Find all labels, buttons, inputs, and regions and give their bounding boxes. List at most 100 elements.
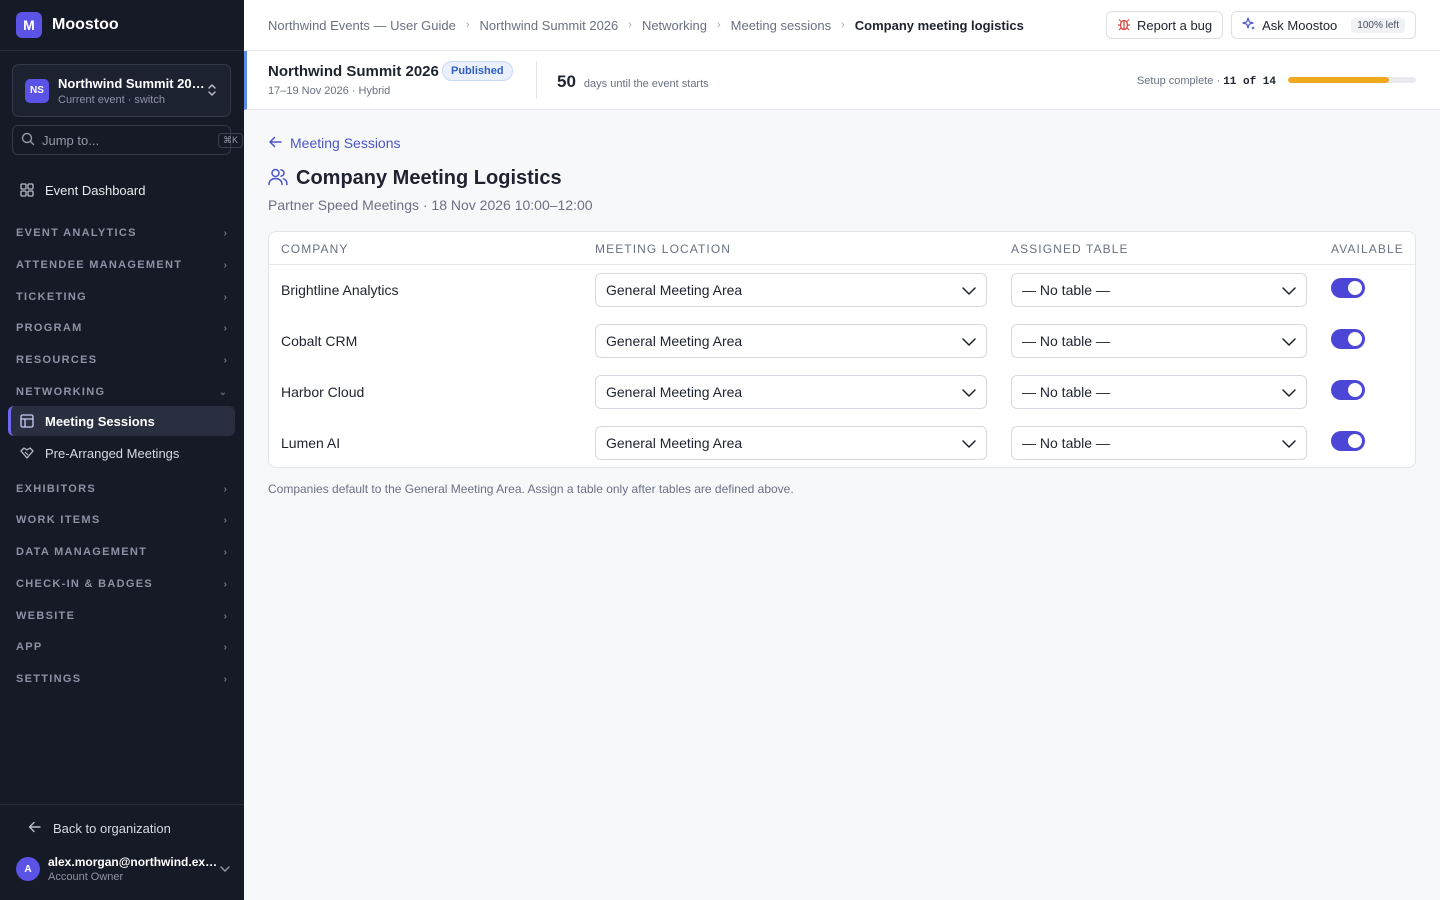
- table-row: Lumen AI General Meeting Area — No table…: [269, 418, 1415, 467]
- chevron-right-icon: ›: [841, 19, 845, 31]
- user-email: alex.morgan@northwind.example: [48, 855, 220, 869]
- user-menu[interactable]: A alex.morgan@northwind.example Account …: [16, 855, 230, 883]
- toggle-knob: [1348, 281, 1362, 295]
- nav-event-dashboard[interactable]: Event Dashboard: [8, 175, 235, 205]
- nav-meeting-sessions-label: Meeting Sessions: [45, 413, 155, 429]
- handshake-icon: [20, 446, 34, 460]
- nav-meeting-sessions[interactable]: Meeting Sessions: [8, 406, 235, 436]
- table-row: Brightline Analytics General Meeting Are…: [269, 265, 1415, 316]
- status-badge: Published: [442, 61, 513, 81]
- nav-section-settings[interactable]: SETTINGS ›: [8, 667, 235, 691]
- event-dates: 17–19 Nov 2026 · Hybrid: [268, 85, 391, 97]
- nav-section-event-analytics[interactable]: EVENT ANALYTICS ›: [8, 221, 235, 245]
- meeting-location-select[interactable]: General Meeting Area: [595, 324, 987, 358]
- nav-section-data-management[interactable]: DATA MANAGEMENT ›: [8, 540, 235, 564]
- jump-to-search[interactable]: ⌘K: [12, 125, 244, 155]
- nav-section-attendee-management[interactable]: ATTENDEE MANAGEMENT ›: [8, 253, 235, 277]
- report-bug-label: Report a bug: [1136, 17, 1213, 33]
- nav-section-program[interactable]: PROGRAM ›: [8, 316, 235, 340]
- user-role: Account Owner: [48, 871, 124, 883]
- company-name: Cobalt CRM: [281, 333, 358, 349]
- back-to-meeting-sessions-link[interactable]: Meeting Sessions: [268, 135, 401, 151]
- breadcrumb-item[interactable]: Networking: [642, 18, 707, 33]
- event-badge: NS: [25, 78, 49, 103]
- chevron-right-icon: ›: [223, 578, 227, 590]
- chevron-down-icon: [962, 384, 976, 400]
- nav-event-dashboard-label: Event Dashboard: [45, 182, 146, 198]
- setup-count: 11 of 14: [1223, 76, 1276, 88]
- divider: [536, 61, 537, 99]
- grid-icon: [20, 183, 34, 197]
- available-toggle[interactable]: [1331, 431, 1365, 451]
- column-header-available: AVAILABLE: [1331, 242, 1404, 256]
- setup-label: Setup complete ·: [1136, 75, 1221, 87]
- assigned-table-select[interactable]: — No table —: [1011, 426, 1307, 460]
- nav-section-website[interactable]: WEBSITE ›: [8, 604, 235, 628]
- chevron-right-icon: ›: [223, 546, 227, 558]
- nav-section-resources[interactable]: RESOURCES ›: [8, 348, 235, 372]
- available-toggle[interactable]: [1331, 329, 1365, 349]
- nav-section-label: EXHIBITORS: [16, 483, 97, 495]
- back-to-organization-label: Back to organization: [53, 821, 171, 836]
- setup-progress-bar: [1288, 77, 1416, 83]
- shortcut-badge: ⌘K: [218, 132, 244, 148]
- company-name: Brightline Analytics: [281, 282, 399, 298]
- arrow-left-icon: [28, 821, 41, 836]
- breadcrumb-item[interactable]: Meeting sessions: [731, 18, 831, 33]
- back-to-organization-link[interactable]: Back to organization: [28, 821, 171, 836]
- assigned-table-select[interactable]: — No table —: [1011, 375, 1307, 409]
- topbar: Northwind Events — User Guide › Northwin…: [244, 0, 1440, 51]
- chevron-down-icon: [220, 864, 230, 875]
- main-content: Meeting Sessions Company Meeting Logisti…: [244, 110, 1440, 900]
- nav-section-label: NETWORKING: [16, 386, 106, 398]
- nav-section-label: DATA MANAGEMENT: [16, 546, 148, 558]
- assigned-table-select[interactable]: — No table —: [1011, 273, 1307, 307]
- assigned-table-select[interactable]: — No table —: [1011, 324, 1307, 358]
- nav-section-networking[interactable]: NETWORKING ⌄: [8, 380, 235, 404]
- select-value: General Meeting Area: [606, 333, 743, 349]
- ask-moostoo-button[interactable]: Ask Moostoo 100% left: [1231, 11, 1416, 39]
- chevron-right-icon: ›: [223, 227, 227, 239]
- session-subtitle: Partner Speed Meetings · 18 Nov 2026 10:…: [268, 197, 593, 213]
- setup-status: Setup complete · 11 of 14: [1137, 75, 1276, 88]
- nav-section-label: TICKETING: [16, 291, 87, 303]
- chevron-right-icon: ›: [223, 514, 227, 526]
- breadcrumb-item[interactable]: Northwind Events — User Guide: [268, 18, 456, 33]
- select-value: General Meeting Area: [606, 282, 743, 298]
- event-title: Northwind Summit 2026: [268, 63, 439, 80]
- nav-section-ticketing[interactable]: TICKETING ›: [8, 285, 235, 309]
- nav-pre-arranged-meetings[interactable]: Pre-Arranged Meetings: [8, 438, 235, 468]
- chevron-down-icon: [1282, 282, 1296, 298]
- chevron-right-icon: ›: [223, 322, 227, 334]
- jump-to-input[interactable]: [42, 132, 218, 148]
- table-header: COMPANY MEETING LOCATION ASSIGNED TABLE …: [269, 232, 1415, 265]
- sparkle-icon: [1242, 16, 1256, 34]
- chevron-right-icon: ›: [465, 19, 470, 31]
- brand[interactable]: M Moostoo: [0, 0, 244, 51]
- nav-section-label: SETTINGS: [16, 673, 82, 685]
- nav-section-exhibitors[interactable]: EXHIBITORS ›: [8, 477, 235, 501]
- event-switcher-subtitle: Current event · switch: [58, 93, 165, 106]
- meeting-location-select[interactable]: General Meeting Area: [595, 375, 987, 409]
- breadcrumb-item[interactable]: Northwind Summit 2026: [480, 18, 619, 33]
- event-switcher[interactable]: NS Northwind Summit 2026 Current event ·…: [12, 64, 231, 117]
- nav-section-checkin-badges[interactable]: CHECK-IN & BADGES ›: [8, 572, 235, 596]
- chevron-right-icon: ›: [223, 610, 227, 622]
- event-switcher-name: Northwind Summit 2026: [58, 75, 206, 91]
- select-value: General Meeting Area: [606, 435, 743, 451]
- company-name: Harbor Cloud: [281, 384, 365, 400]
- meeting-location-select[interactable]: General Meeting Area: [595, 426, 987, 460]
- chevron-right-icon: ›: [223, 291, 227, 303]
- available-toggle[interactable]: [1331, 380, 1365, 400]
- meeting-location-select[interactable]: General Meeting Area: [595, 273, 987, 307]
- nav-section-app[interactable]: APP ›: [8, 635, 235, 659]
- select-value: — No table —: [1022, 384, 1110, 400]
- days-label: days until the event starts: [583, 78, 709, 90]
- report-bug-button[interactable]: Report a bug: [1105, 11, 1224, 39]
- quota-badge: 100% left: [1351, 17, 1405, 33]
- available-toggle[interactable]: [1331, 278, 1365, 298]
- nav-section-work-items[interactable]: WORK ITEMS ›: [8, 508, 235, 532]
- chevron-down-icon: [962, 282, 976, 298]
- chevron-right-icon: ›: [223, 354, 227, 366]
- chevron-up-down-icon: [206, 83, 218, 99]
